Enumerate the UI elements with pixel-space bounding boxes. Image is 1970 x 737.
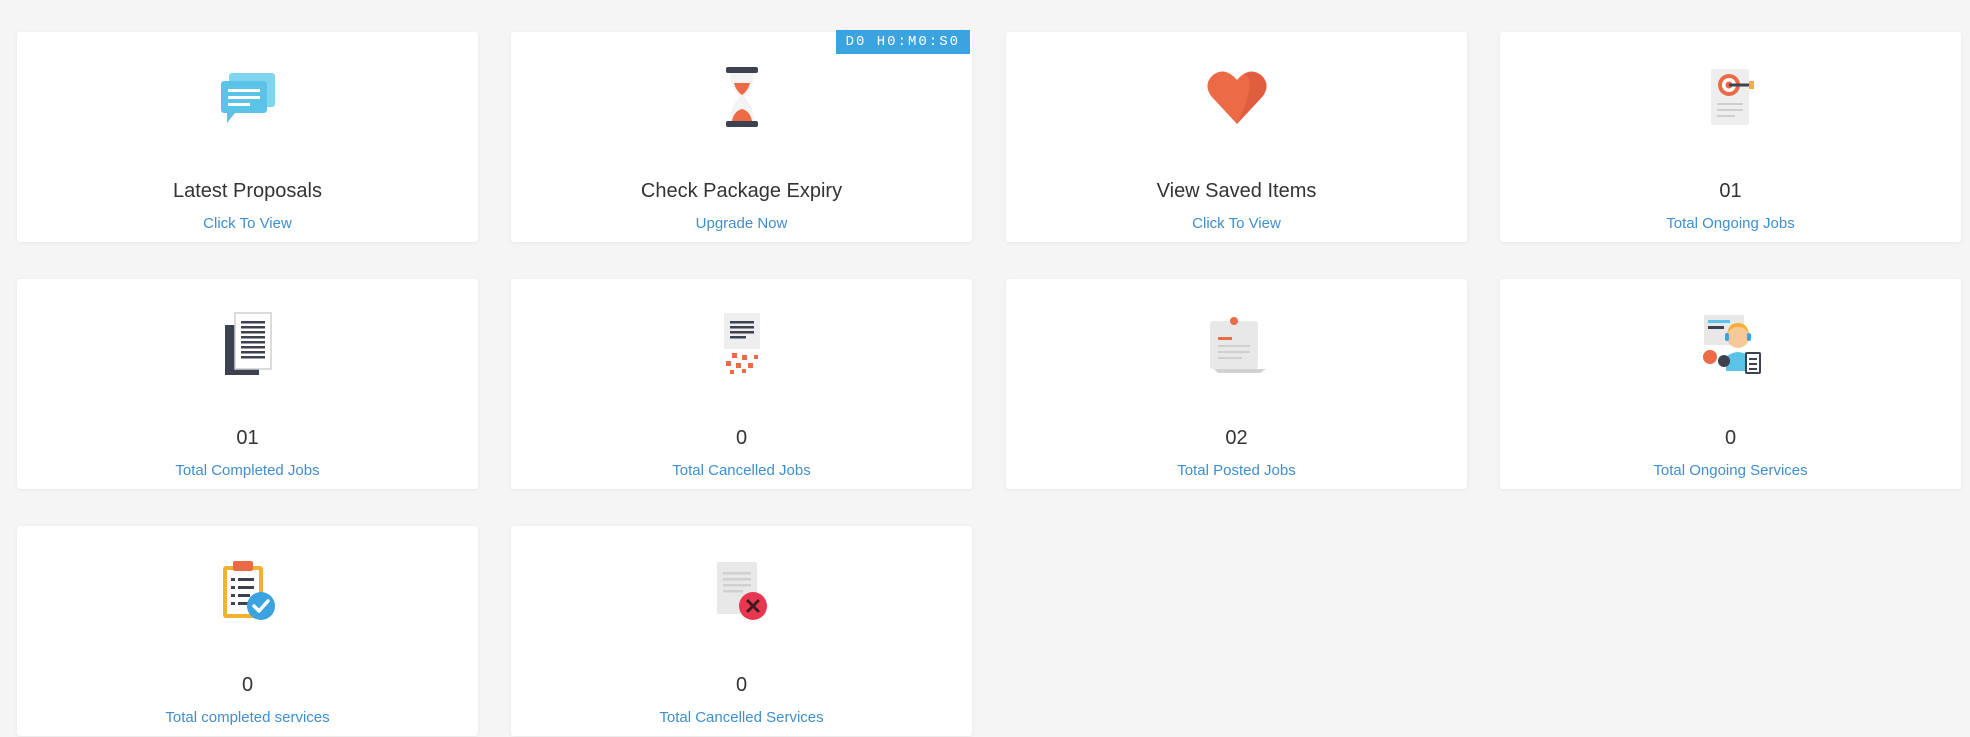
package-expiry-card[interactable]: D0 H0:M0:S0 Check Package Expiry Upgrade…: [511, 30, 972, 242]
completed-jobs-card[interactable]: 01 Total Completed Jobs: [17, 279, 478, 489]
torn-document-icon: [707, 309, 777, 379]
card-count: 0: [241, 674, 254, 696]
card-count: 0: [735, 427, 748, 449]
hourglass-icon: [707, 62, 777, 132]
card-count: 0: [1724, 427, 1737, 449]
completed-services-card[interactable]: 0 Total completed services: [17, 526, 478, 736]
documents-icon: [213, 309, 283, 379]
card-title: View Saved Items: [1156, 180, 1317, 202]
card-label[interactable]: Total Posted Jobs: [1006, 462, 1467, 479]
clipboard-check-icon: [213, 556, 283, 626]
card-label[interactable]: Total Cancelled Services: [511, 709, 972, 726]
card-link[interactable]: Click To View: [17, 215, 478, 232]
document-cancel-icon: [707, 556, 777, 626]
card-label[interactable]: Total Ongoing Jobs: [1500, 215, 1961, 232]
support-agent-icon: [1696, 309, 1766, 379]
cancelled-jobs-card[interactable]: 0 Total Cancelled Jobs: [511, 279, 972, 489]
card-count: 02: [1225, 427, 1248, 449]
ongoing-services-card[interactable]: 0 Total Ongoing Services: [1500, 279, 1961, 489]
card-label[interactable]: Total Cancelled Jobs: [511, 462, 972, 479]
saved-items-card[interactable]: View Saved Items Click To View: [1006, 32, 1467, 242]
card-count: 0: [735, 674, 748, 696]
card-label[interactable]: Total completed services: [17, 709, 478, 726]
latest-proposals-card[interactable]: Latest Proposals Click To View: [17, 32, 478, 242]
heart-icon: [1202, 62, 1272, 132]
card-link[interactable]: Click To View: [1006, 215, 1467, 232]
cancelled-services-card[interactable]: 0 Total Cancelled Services: [511, 526, 972, 736]
card-title: Latest Proposals: [173, 180, 322, 202]
card-label[interactable]: Total Ongoing Services: [1500, 462, 1961, 479]
countdown-badge: D0 H0:M0:S0: [835, 30, 970, 54]
posted-note-icon: [1202, 309, 1272, 379]
ongoing-jobs-card[interactable]: 01 Total Ongoing Jobs: [1500, 32, 1961, 242]
chat-bubbles-icon: [213, 62, 283, 132]
card-label[interactable]: Total Completed Jobs: [17, 462, 478, 479]
posted-jobs-card[interactable]: 02 Total Posted Jobs: [1006, 279, 1467, 489]
card-count: 01: [1719, 180, 1742, 202]
card-count: 01: [236, 427, 259, 449]
card-title: Check Package Expiry: [640, 180, 843, 202]
target-document-icon: [1696, 62, 1766, 132]
upgrade-link[interactable]: Upgrade Now: [511, 215, 972, 232]
